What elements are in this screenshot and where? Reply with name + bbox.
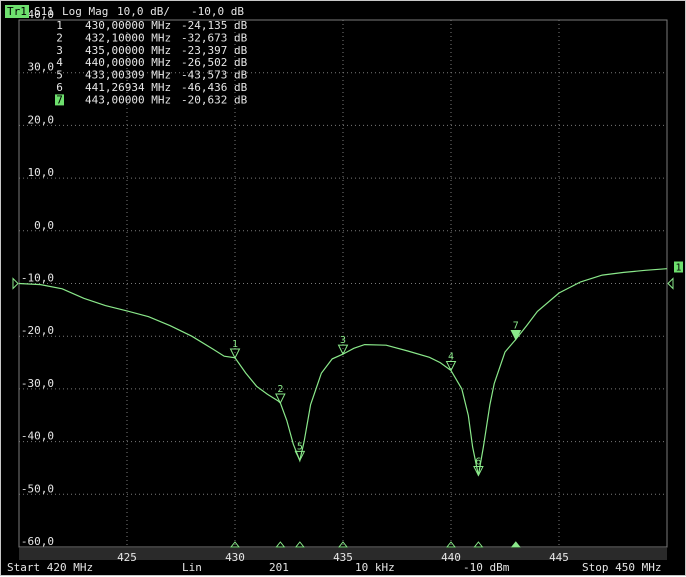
marker-6-axis-tick: [473, 541, 484, 548]
marker-table-id: 2: [56, 31, 63, 44]
marker-5-axis-tick: [294, 541, 305, 548]
marker-table-id: 5: [56, 69, 63, 82]
marker-7-label: 7: [513, 321, 519, 332]
if-bandwidth: 10 kHz: [355, 561, 395, 574]
y-tick-label: -10,0: [21, 272, 54, 285]
marker-3-label: 3: [340, 335, 346, 346]
marker-table-value: -43,573 dB: [181, 69, 248, 82]
marker-table-id: 7: [56, 93, 63, 106]
sweep-points: 201: [269, 561, 289, 574]
marker-table-id: 4: [56, 56, 63, 69]
marker-table-freq: 443,00000 MHz: [85, 93, 171, 106]
trace-scale: 10,0 dB/: [117, 5, 170, 18]
marker-table-value: -32,673 dB: [181, 31, 248, 44]
trace-badge: Tr1: [7, 5, 27, 18]
y-tick-label: -40,0: [21, 430, 54, 443]
marker-6-label: 6: [475, 457, 481, 468]
x-tick-label: 445: [549, 551, 569, 564]
y-tick-label: -20,0: [21, 324, 54, 337]
marker-table-value: -23,397 dB: [181, 44, 248, 57]
source-power: -10 dBm: [463, 561, 510, 574]
marker-4-triangle: [445, 360, 457, 372]
reference-left-arrow: [12, 277, 19, 290]
y-tick-label: 0,0: [34, 219, 54, 232]
reference-right-arrow: [667, 277, 674, 290]
marker-table-freq: 440,00000 MHz: [85, 56, 171, 69]
x-tick-label: 430: [225, 551, 245, 564]
marker-7-axis-tick: [510, 541, 521, 548]
marker-2-label: 2: [277, 384, 283, 395]
y-tick-label: 30,0: [28, 61, 55, 74]
x-tick-label: 440: [441, 551, 461, 564]
sweep-type: Lin: [182, 561, 202, 574]
x-tick-label: 435: [333, 551, 353, 564]
trace-parameter: S11: [34, 5, 54, 18]
marker-table-id: 6: [56, 81, 63, 94]
y-tick-label: -50,0: [21, 482, 54, 495]
marker-table-freq: 441,26934 MHz: [85, 81, 171, 94]
marker-5-label: 5: [297, 441, 303, 452]
trace-format: Log Mag: [62, 5, 108, 18]
marker-table-freq: 433,00309 MHz: [85, 69, 171, 82]
marker-table-id: 1: [56, 19, 63, 32]
start-frequency: Start 420 MHz: [7, 561, 94, 574]
x-tick-label: 425: [117, 551, 137, 564]
marker-2-triangle: [275, 393, 286, 405]
y-tick-label: 10,0: [28, 166, 55, 179]
stop-frequency: Stop 450 MHz: [582, 561, 662, 574]
marker-table-value: -46,436 dB: [181, 81, 248, 94]
trace-reference: -10,0 dB: [191, 5, 244, 18]
marker-1-label: 1: [232, 339, 238, 350]
marker-table-value: -26,502 dB: [181, 56, 248, 69]
marker-table-freq: 430,00000 MHz: [85, 19, 171, 32]
log-mag-chart: 40,030,020,010,00,0-10,0-20,0-30,0-40,0-…: [5, 5, 683, 564]
analyzer-screen: 40,0 30,0 20,0 10,0 0,0 -10,0 -20,0 -30,0 -40,0-…: [0, 0, 686, 576]
y-tick-label: 20,0: [28, 113, 55, 126]
marker-table-value: -20,632 dB: [181, 93, 248, 106]
marker-4-label: 4: [448, 351, 454, 362]
y-tick-label: -30,0: [21, 377, 54, 390]
marker-table-freq: 432,10000 MHz: [85, 31, 171, 44]
marker-table-freq: 435,00000 MHz: [85, 44, 171, 57]
reference-label: 1: [675, 263, 681, 274]
y-tick-label: -60,0: [21, 535, 54, 548]
marker-table-id: 3: [56, 44, 63, 57]
marker-table-value: -24,135 dB: [181, 19, 248, 32]
marker-2-axis-tick: [275, 541, 286, 548]
